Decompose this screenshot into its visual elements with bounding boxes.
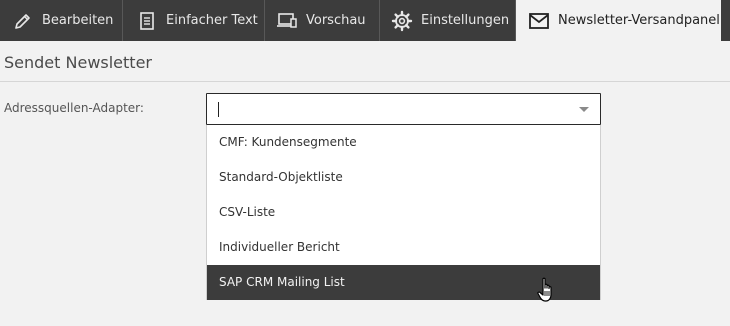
tab-einfacher-text[interactable]: Einfacher Text: [124, 0, 265, 41]
tab-einstellungen[interactable]: Einstellungen: [381, 0, 516, 41]
address-source-dropdown: CMF: Kundensegmente Standard-Objektliste…: [206, 125, 601, 300]
tab-label: Bearbeiten: [42, 13, 114, 28]
option-cmf-kundensegmente[interactable]: CMF: Kundensegmente: [207, 125, 600, 160]
tab-vorschau[interactable]: Vorschau: [266, 0, 380, 41]
tab-label: Einfacher Text: [166, 13, 258, 28]
pencil-icon: [12, 10, 34, 32]
tab-newsletter-versandpanel[interactable]: Newsletter-Versandpanel: [516, 0, 721, 41]
address-source-select[interactable]: [206, 93, 601, 125]
hand-cursor-icon: [537, 277, 552, 302]
section-title: Sendet Newsletter: [0, 41, 730, 82]
tab-label: Einstellungen: [421, 13, 510, 28]
envelope-icon: [528, 10, 550, 32]
chevron-down-icon[interactable]: [579, 107, 589, 112]
tab-label: Vorschau: [306, 13, 366, 28]
option-individueller-bericht[interactable]: Individueller Bericht: [207, 230, 600, 265]
tab-label: Newsletter-Versandpanel: [558, 13, 720, 28]
text-caret: [218, 102, 219, 117]
gear-icon: [391, 10, 413, 32]
address-source-label: Adressquellen-Adapter:: [4, 101, 144, 115]
document-icon: [136, 10, 158, 32]
devices-icon: [276, 10, 298, 32]
tab-bearbeiten[interactable]: Bearbeiten: [0, 0, 123, 41]
tab-bar: Bearbeiten Einfacher Text Vorschau Einst…: [0, 0, 730, 41]
option-csv-liste[interactable]: CSV-Liste: [207, 195, 600, 230]
option-standard-objektliste[interactable]: Standard-Objektliste: [207, 160, 600, 195]
